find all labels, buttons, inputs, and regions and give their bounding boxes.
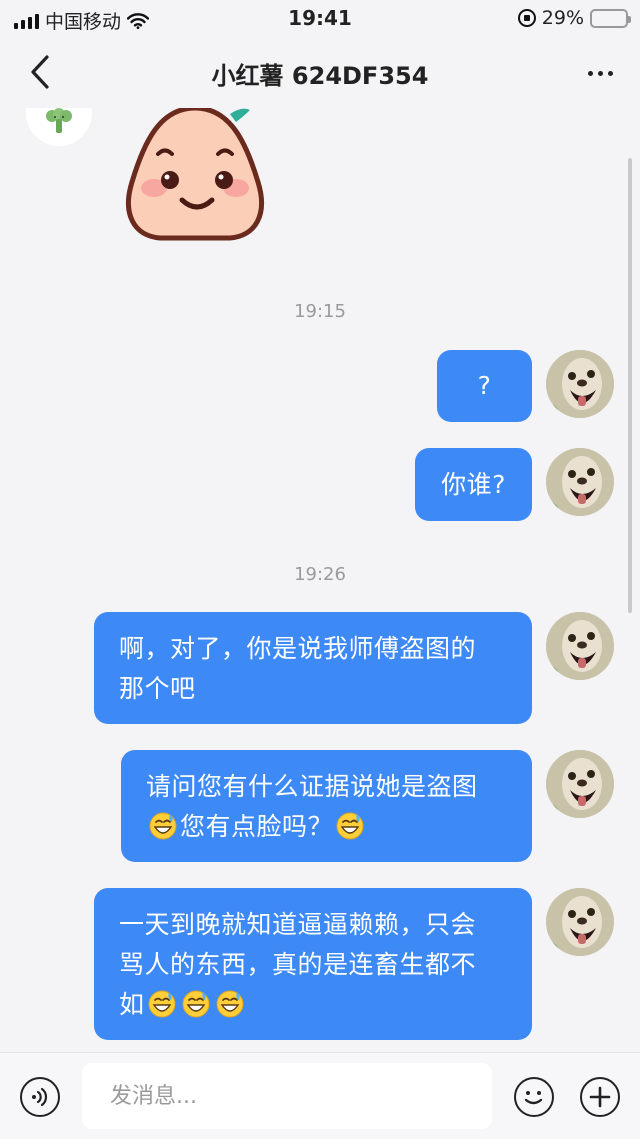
status-right: 29% (517, 7, 631, 29)
message-line: 您有点脸吗？ (146, 807, 507, 847)
user-avatar[interactable] (546, 888, 614, 956)
timestamp: 19:15 (294, 301, 346, 322)
battery-percent: 29% (541, 7, 584, 29)
sent-message[interactable]: 啊，对了，你是说我师傅盗图的 那个吧 (94, 612, 532, 724)
dog-avatar-icon (546, 612, 614, 680)
dog-avatar-icon (546, 448, 614, 516)
message-line: 啊，对了，你是说我师傅盗图的 (119, 634, 477, 663)
sent-message[interactable]: 你谁? (415, 448, 532, 521)
battery-icon (590, 8, 631, 28)
message-line: 骂人的东西，真的是连畜生都不 (119, 950, 477, 979)
chat-title: 小红薯 624DF354 (211, 62, 429, 90)
more-dot (607, 70, 613, 76)
scrollbar[interactable] (628, 158, 632, 613)
grinning-sweat-emoji (148, 990, 176, 1018)
dog-avatar-icon (546, 750, 614, 818)
message-line: 一天到晚就知道逼逼赖赖，只会 (119, 910, 477, 939)
message-line: 如 (119, 985, 507, 1025)
dog-avatar-icon (546, 350, 614, 418)
sent-message[interactable]: 请问您有什么证据说她是盗图 您有点脸吗？ (121, 750, 532, 862)
user-avatar[interactable] (546, 612, 614, 680)
dog-avatar-icon (546, 888, 614, 956)
grinning-sweat-emoji (216, 990, 244, 1018)
message-text: 你谁? (441, 469, 506, 499)
message-text: 如 (119, 990, 145, 1019)
input-bar (0, 1052, 640, 1139)
message-line: 请问您有什么证据说她是盗图 (146, 772, 478, 801)
contact-avatar[interactable] (26, 108, 92, 146)
voice-icon (32, 1087, 48, 1107)
sent-message[interactable]: 一天到晚就知道逼逼赖赖，只会 骂人的东西，真的是连畜生都不 如 (94, 888, 532, 1040)
user-avatar[interactable] (546, 448, 614, 516)
voice-button[interactable] (20, 1077, 60, 1117)
message-text: ? (477, 371, 492, 400)
grinning-sweat-emoji (182, 990, 210, 1018)
more-dot (597, 70, 603, 76)
message-line: 那个吧 (119, 674, 196, 703)
grinning-sweat-emoji (336, 812, 364, 840)
message-text: 您有点脸吗？ (180, 812, 334, 841)
user-avatar[interactable] (546, 350, 614, 418)
user-avatar[interactable] (546, 750, 614, 818)
received-sticker[interactable] (120, 108, 270, 248)
grinning-sweat-emoji (149, 812, 177, 840)
sent-message[interactable]: ? (437, 350, 532, 422)
chat-area[interactable]: 19:15 ? 你谁? 19:26 啊，对了，你是说我师傅盗图的 那个吧 请问您… (0, 108, 640, 1052)
message-input[interactable] (82, 1063, 492, 1129)
smiley-icon (524, 1091, 543, 1105)
emoji-button[interactable] (514, 1077, 554, 1117)
rotation-lock-icon (517, 9, 536, 27)
status-bar: 中国移动 19:41 29% (0, 0, 640, 36)
plus-button[interactable] (580, 1077, 620, 1117)
more-dots-icon (587, 70, 593, 76)
more-button[interactable] (580, 58, 620, 88)
timestamp: 19:26 (294, 564, 346, 585)
nav-bar: 小红薯 624DF354 (0, 36, 640, 108)
broccoli-icon (46, 108, 72, 133)
plus-icon (589, 1086, 611, 1108)
